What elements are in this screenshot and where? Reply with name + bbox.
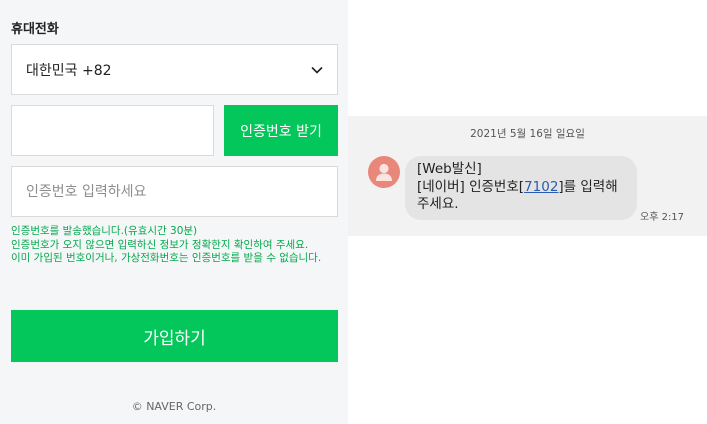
- country-code-value: 대한민국 +82: [26, 62, 112, 79]
- copyright-footer: © NAVER Corp.: [131, 400, 217, 413]
- verification-notice: 인증번호를 발송했습니다.(유효시간 30분) 인증번호가 오지 않으면 입력하…: [11, 225, 338, 266]
- message-thread: 2021년 5월 16일 일요일 [Web발신] [네이버] 인증번호[7102…: [348, 116, 707, 236]
- message-line-1: [Web발신]: [417, 161, 482, 177]
- person-icon: [376, 163, 392, 181]
- message-line-2-prefix: [네이버] 인증번호[: [417, 178, 525, 195]
- notice-line-check: 인증번호가 오지 않으면 입력하신 정보가 정확한지 확인하여 주세요.: [11, 238, 309, 251]
- message-bubble[interactable]: [Web발신] [네이버] 인증번호[7102]를 입력해 주세요.: [405, 156, 637, 220]
- message-time: 오후 2:17: [640, 212, 685, 223]
- phone-number-input[interactable]: [11, 105, 214, 156]
- verification-code-link[interactable]: 7102: [524, 179, 558, 195]
- message-line-2: [네이버] 인증번호[7102]를 입력해: [417, 179, 625, 197]
- get-verification-code-button[interactable]: 인증번호 받기: [224, 105, 338, 156]
- message-line-3: 주세요.: [417, 196, 459, 212]
- signup-form-panel: 휴대전화 대한민국 +82 인증번호 받기 인증번호를 발송했습니다.(유효시간…: [0, 0, 348, 424]
- chevron-down-icon: [311, 66, 323, 74]
- country-code-select[interactable]: 대한민국 +82: [11, 44, 338, 95]
- notice-line-sent: 인증번호를 발송했습니다.(유효시간 30분): [11, 225, 198, 237]
- message-line-2-suffix: ]를 입력해: [558, 178, 618, 195]
- screen: 휴대전화 대한민국 +82 인증번호 받기 인증번호를 발송했습니다.(유효시간…: [0, 0, 707, 424]
- message-date: 2021년 5월 16일 일요일: [470, 128, 585, 140]
- verification-code-input[interactable]: [11, 166, 338, 217]
- avatar[interactable]: [368, 156, 400, 188]
- phone-section-label: 휴대전화: [11, 22, 59, 37]
- notice-line-invalid: 이미 가입된 번호이거나, 가상전화번호는 인증번호를 받을 수 없습니다.: [11, 252, 322, 264]
- sms-panel: 2021년 5월 16일 일요일 [Web발신] [네이버] 인증번호[7102…: [348, 0, 707, 424]
- join-button[interactable]: 가입하기: [11, 310, 338, 362]
